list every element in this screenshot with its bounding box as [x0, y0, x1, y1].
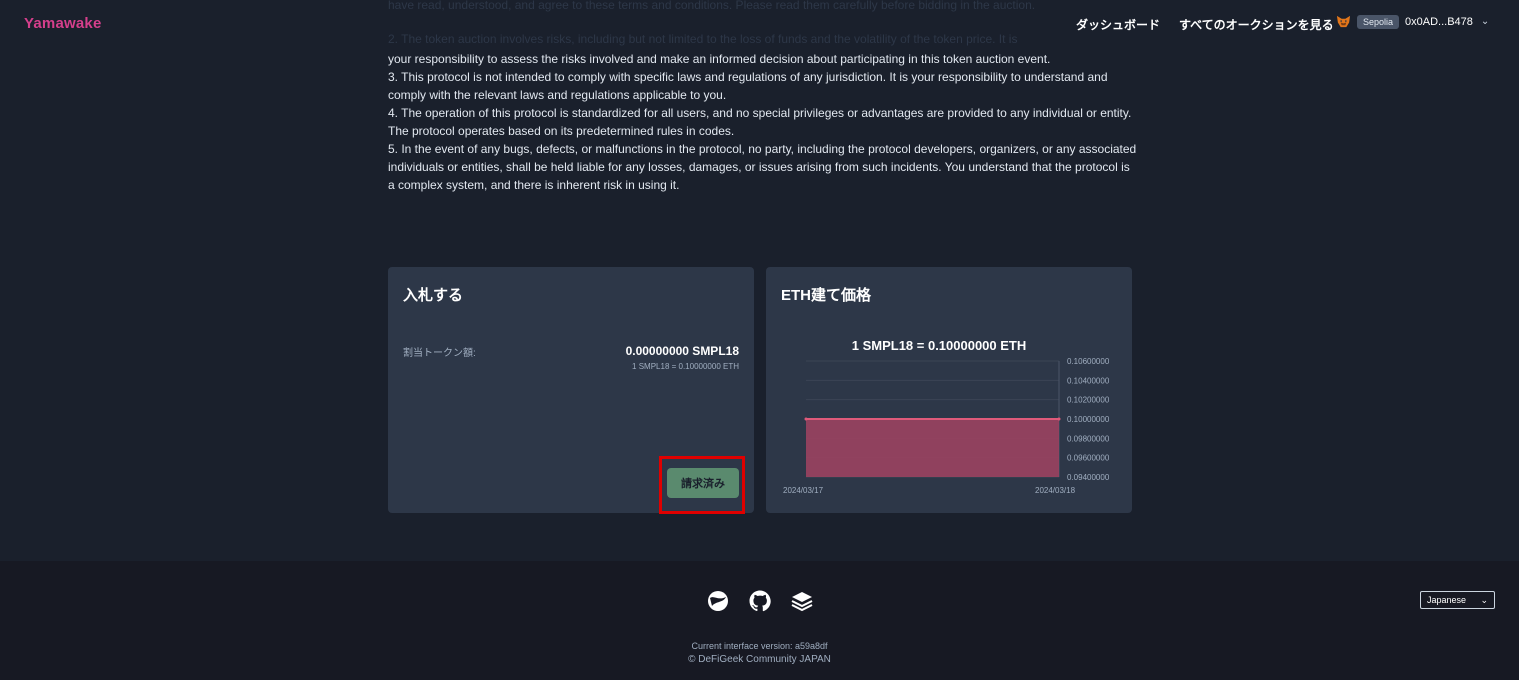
- series-area: [806, 419, 1059, 477]
- interface-version: Current interface version: a59a8df: [691, 641, 828, 651]
- y-tick-label: 0.09400000: [1067, 473, 1110, 482]
- terms-item-4: 4. The operation of this protocol is sta…: [388, 106, 1132, 138]
- data-point: [804, 417, 808, 421]
- footer: Current interface version: a59a8df © DeF…: [0, 561, 1519, 680]
- github-icon[interactable]: [748, 589, 772, 613]
- wallet-address: 0x0AD...B478: [1405, 15, 1473, 28]
- y-tick-label: 0.09800000: [1067, 434, 1110, 443]
- x-tick-label: 2024/03/17: [783, 486, 824, 495]
- y-tick-label: 0.10000000: [1067, 415, 1110, 424]
- allocated-token-label: 割当トークン額:: [403, 348, 476, 359]
- x-tick-label: 2024/03/18: [1035, 486, 1076, 495]
- y-tick-label: 0.10200000: [1067, 396, 1110, 405]
- terms-item-5: 5. In the event of any bugs, defects, or…: [388, 142, 1137, 192]
- docs-stack-icon[interactable]: [790, 589, 814, 613]
- app-logo[interactable]: Yamawake: [24, 15, 102, 32]
- y-tick-label: 0.10400000: [1067, 376, 1110, 385]
- price-card: ETH建て価格 1 SMPL18 = 0.10000000 ETH 0.10600…: [766, 267, 1132, 513]
- terms-item-2-tail: your responsibility to assess the risks …: [388, 52, 1051, 66]
- chevron-down-icon: ⌄: [1480, 16, 1490, 27]
- header: Yamawake ダッシュボード すべてのオークションを見る Sepolia 0…: [0, 0, 1519, 48]
- chevron-down-icon: ⌄: [1480, 594, 1488, 605]
- allocated-token-rate: 1 SMPL18 = 0.10000000 ETH: [632, 362, 739, 371]
- copyright: © DeFiGeek Community JAPAN: [688, 654, 831, 665]
- wallet-menu[interactable]: Sepolia 0x0AD...B478 ⌄: [1336, 14, 1489, 29]
- network-badge: Sepolia: [1357, 14, 1400, 29]
- metamask-fox-icon: [1336, 15, 1351, 28]
- allocated-token-value: 0.00000000 SMPL18: [625, 344, 739, 358]
- nav-dashboard[interactable]: ダッシュボード: [1076, 16, 1160, 33]
- terms-item-3: 3. This protocol is not intended to comp…: [388, 70, 1108, 102]
- data-point: [1057, 417, 1061, 421]
- bid-card: 入札する 割当トークン額: 0.00000000 SMPL18 1 SMPL18…: [388, 267, 754, 513]
- bid-card-title: 入札する: [403, 287, 464, 304]
- y-tick-label: 0.10600000: [1067, 357, 1110, 366]
- defigeek-logo-icon[interactable]: [706, 589, 730, 613]
- language-select[interactable]: Japanese ⌄: [1420, 591, 1495, 609]
- price-chart: 1 SMPL18 = 0.10000000 ETH 0.10600000 0.104…: [783, 338, 1110, 495]
- y-tick-label: 0.09600000: [1067, 454, 1110, 463]
- language-select-value: Japanese: [1427, 595, 1467, 605]
- chart-title: 1 SMPL18 = 0.10000000 ETH: [852, 338, 1027, 353]
- claimed-button[interactable]: 請求済み: [667, 468, 739, 498]
- nav-all-auctions[interactable]: すべてのオークションを見る: [1179, 16, 1334, 33]
